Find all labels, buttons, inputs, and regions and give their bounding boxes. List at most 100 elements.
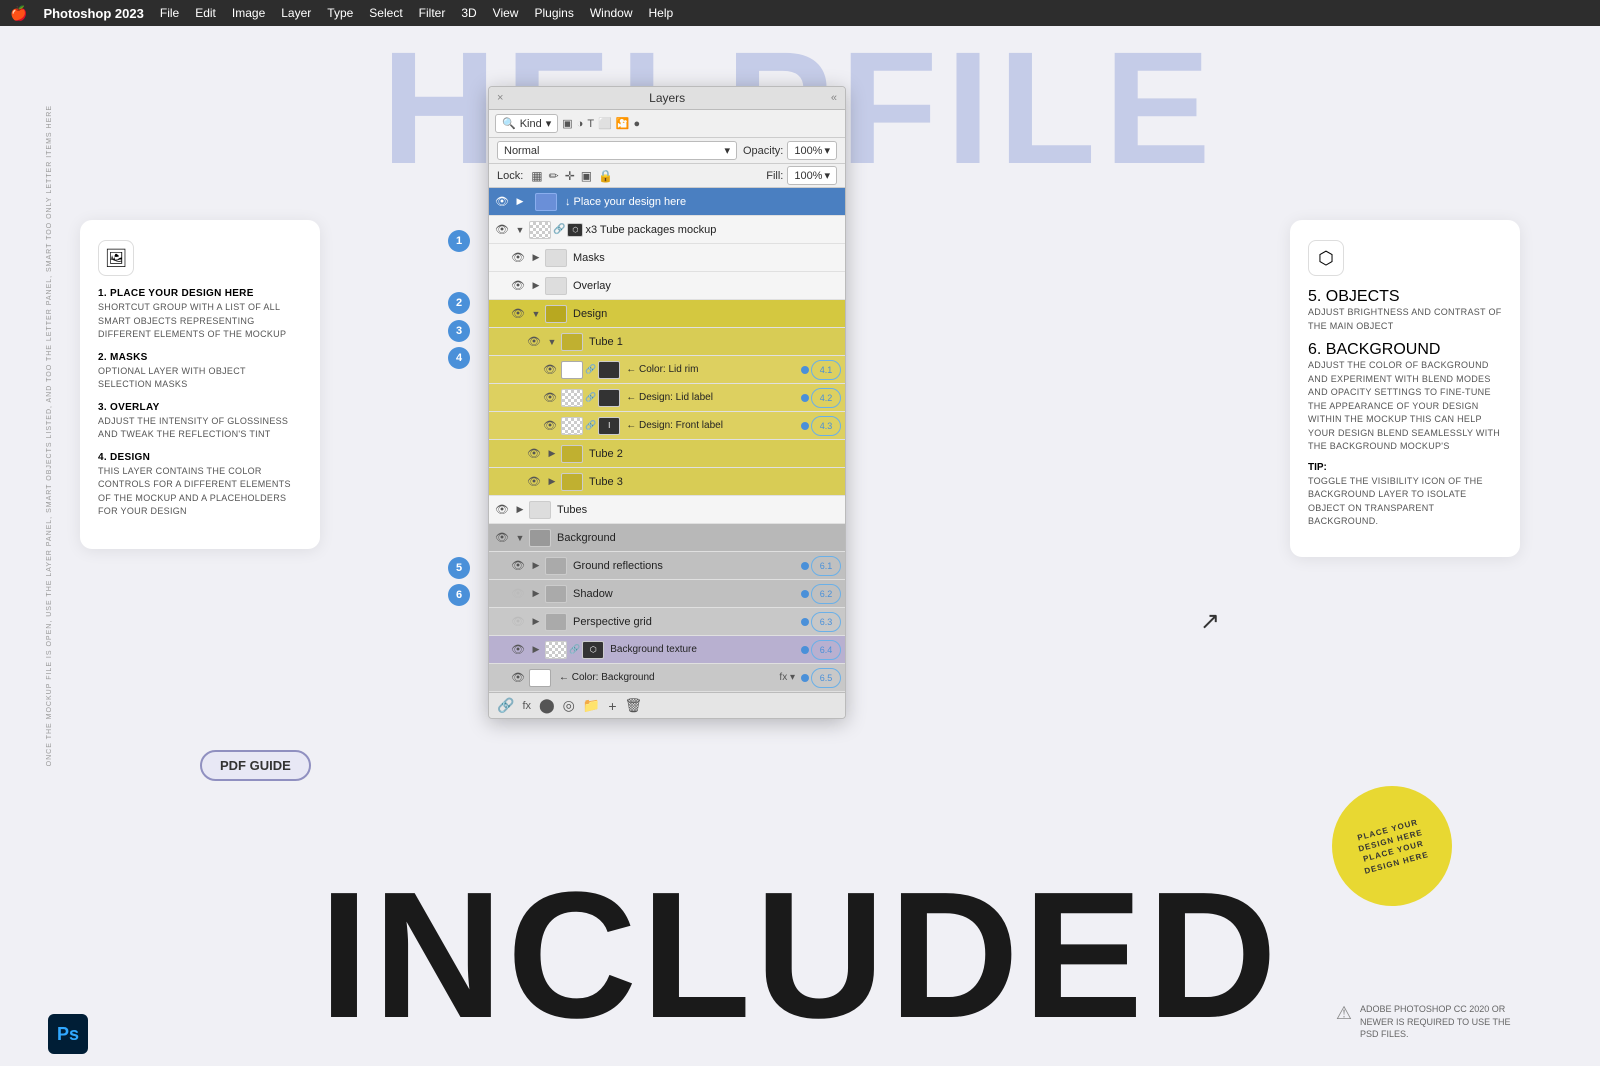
thumb-12 bbox=[529, 501, 551, 519]
lock-icons: ▦ ✏ ✛ ▣ 🔒 bbox=[531, 169, 613, 183]
layer-row-lid-rim[interactable]: 👁 🔗 ← Color: Lid rim 4.1 bbox=[489, 356, 845, 384]
layer-row-lid-label[interactable]: 👁 🔗 ← Design: Lid label 4.2 bbox=[489, 384, 845, 412]
filter-type-icon[interactable]: T bbox=[587, 118, 594, 130]
eye-icon-9[interactable]: 👁 bbox=[541, 419, 559, 432]
layer-row-tube3[interactable]: 👁 ▶ Tube 3 bbox=[489, 468, 845, 496]
arrow-11[interactable]: ▶ bbox=[545, 476, 559, 487]
lock-all-icon[interactable]: 🔒 bbox=[598, 169, 613, 183]
layer-row-ground-reflections[interactable]: 👁 ▶ Ground reflections 6.1 bbox=[489, 552, 845, 580]
layer-row-place-design[interactable]: 👁 ▶ ↓ Place your design here bbox=[489, 188, 845, 216]
layer-row-tubes[interactable]: 👁 ▶ Tubes bbox=[489, 496, 845, 524]
delete-layer-icon[interactable]: 🗑 bbox=[625, 697, 643, 714]
menu-image[interactable]: Image bbox=[232, 6, 265, 20]
blend-mode-select[interactable]: Normal ▾ bbox=[497, 141, 737, 160]
menu-layer[interactable]: Layer bbox=[281, 6, 311, 20]
eye-icon-17[interactable]: 👁 bbox=[509, 643, 527, 656]
layer-row-tube2[interactable]: 👁 ▶ Tube 2 bbox=[489, 440, 845, 468]
menu-select[interactable]: Select bbox=[369, 6, 402, 20]
layer-row-tube-packages[interactable]: 👁 ▼ 🔗 ⬡ x3 Tube packages mockup bbox=[489, 216, 845, 244]
arrow-3[interactable]: ▶ bbox=[529, 252, 543, 263]
eye-icon-13[interactable]: 👁 bbox=[493, 531, 511, 544]
fill-icon[interactable]: ⬤ bbox=[539, 697, 555, 714]
lock-pixel-icon[interactable]: ▦ bbox=[531, 169, 542, 183]
layer-row-tube1[interactable]: 👁 ▼ Tube 1 bbox=[489, 328, 845, 356]
layer-row-shadow[interactable]: 👁 ▶ Shadow 6.2 bbox=[489, 580, 845, 608]
arrow-12[interactable]: ▶ bbox=[513, 504, 527, 515]
menu-filter[interactable]: Filter bbox=[419, 6, 446, 20]
lock-paint-icon[interactable]: ✏ bbox=[549, 169, 559, 183]
eye-icon-15[interactable]: 👁 bbox=[509, 587, 527, 600]
menu-type[interactable]: Type bbox=[327, 6, 353, 20]
filter-shape-icon[interactable]: ⬜ bbox=[598, 117, 612, 130]
layer-row-overlay[interactable]: 👁 ▶ Overlay bbox=[489, 272, 845, 300]
menu-window[interactable]: Window bbox=[590, 6, 633, 20]
link-icon[interactable]: 🔗 bbox=[497, 697, 514, 714]
eye-icon-16[interactable]: 👁 bbox=[509, 615, 527, 628]
layer-row-color-background[interactable]: 👁 ← Color: Background fx ▾ 6.5 bbox=[489, 664, 845, 692]
arrow-5[interactable]: ▼ bbox=[529, 309, 543, 319]
fill-input[interactable]: 100% ▾ bbox=[787, 166, 837, 185]
arrow-4[interactable]: ▶ bbox=[529, 280, 543, 291]
menu-file[interactable]: File bbox=[160, 6, 179, 20]
menu-view[interactable]: View bbox=[493, 6, 519, 20]
adj-icon[interactable]: ◎ bbox=[563, 697, 575, 714]
lock-move-icon[interactable]: ✛ bbox=[565, 169, 575, 183]
eye-icon-5[interactable]: 👁 bbox=[509, 307, 527, 320]
filter-adj-icon[interactable]: ◑ bbox=[577, 118, 584, 130]
menu-3d[interactable]: 3D bbox=[461, 6, 476, 20]
section-4: 4. DESIGN THIS LAYER CONTAINS THE COLOR … bbox=[98, 452, 302, 519]
pdf-guide-button[interactable]: PDF GUIDE bbox=[200, 750, 311, 781]
group-icon[interactable]: 📁 bbox=[583, 697, 600, 714]
filter-pixel-icon[interactable]: ▣ bbox=[562, 117, 572, 130]
eye-icon-2[interactable]: 👁 bbox=[493, 223, 511, 236]
eye-icon-18[interactable]: 👁 bbox=[509, 671, 527, 684]
arrow-10[interactable]: ▶ bbox=[545, 448, 559, 459]
opacity-input[interactable]: 100% ▾ bbox=[787, 141, 837, 160]
eye-icon-11[interactable]: 👁 bbox=[525, 475, 543, 488]
arrow-6[interactable]: ▼ bbox=[545, 337, 559, 347]
app-name: Photoshop 2023 bbox=[43, 6, 143, 21]
menu-edit[interactable]: Edit bbox=[195, 6, 216, 20]
arrow-16[interactable]: ▶ bbox=[529, 616, 543, 627]
eye-icon-3[interactable]: 👁 bbox=[509, 251, 527, 264]
s5-title: 5. OBJECTS bbox=[1308, 288, 1502, 306]
fx-button[interactable]: fx bbox=[522, 700, 531, 712]
arrow-17[interactable]: ▶ bbox=[529, 644, 543, 655]
eye-icon-12[interactable]: 👁 bbox=[493, 503, 511, 516]
eye-icon-4[interactable]: 👁 bbox=[509, 279, 527, 292]
arrow-15[interactable]: ▶ bbox=[529, 588, 543, 599]
arrow-14[interactable]: ▶ bbox=[529, 560, 543, 571]
eye-icon-7[interactable]: 👁 bbox=[541, 363, 559, 376]
layer-row-bg-texture[interactable]: 👁 ▶ 🔗 ⬡ Background texture 6.4 bbox=[489, 636, 845, 664]
menu-plugins[interactable]: Plugins bbox=[534, 6, 573, 20]
eye-icon-6[interactable]: 👁 bbox=[525, 335, 543, 348]
add-layer-icon[interactable]: + bbox=[608, 698, 616, 714]
arrow-2[interactable]: ▼ bbox=[513, 225, 527, 235]
dot-16 bbox=[801, 618, 809, 626]
eye-icon-14[interactable]: 👁 bbox=[509, 559, 527, 572]
layer-row-background[interactable]: 👁 ▼ Background bbox=[489, 524, 845, 552]
layer-row-masks[interactable]: 👁 ▶ Masks bbox=[489, 244, 845, 272]
panel-collapse-button[interactable]: « bbox=[831, 92, 837, 104]
thumb-9a bbox=[561, 417, 583, 435]
filter-dot-icon[interactable]: ● bbox=[633, 118, 640, 130]
menu-help[interactable]: Help bbox=[649, 6, 674, 20]
layer-row-design[interactable]: 👁 ▼ Design bbox=[489, 300, 845, 328]
label-lid-rim: ← Color: Lid rim bbox=[626, 364, 795, 375]
arrow-13[interactable]: ▼ bbox=[513, 533, 527, 543]
eye-icon-8[interactable]: 👁 bbox=[541, 391, 559, 404]
filter-smart-icon[interactable]: 🎦 bbox=[616, 117, 630, 130]
filter-kind-select[interactable]: 🔍 Kind ▾ bbox=[495, 114, 558, 133]
eye-icon-1[interactable]: 👁 bbox=[493, 195, 511, 208]
arrow-1[interactable]: ▶ bbox=[513, 196, 527, 207]
lock-artboard-icon[interactable]: ▣ bbox=[581, 169, 592, 183]
label-lid-label: ← Design: Lid label bbox=[626, 392, 795, 403]
fx-icon-18[interactable]: fx ▾ bbox=[779, 672, 795, 683]
layer-row-perspective-grid[interactable]: 👁 ▶ Perspective grid 6.3 bbox=[489, 608, 845, 636]
side-text: ONCE THE MOCKUP FILE IS OPEN, USE THE LA… bbox=[44, 105, 55, 766]
layer-row-front-label[interactable]: 👁 🔗 I ← Design: Front label 4.3 bbox=[489, 412, 845, 440]
panel-close-button[interactable]: × bbox=[497, 92, 503, 104]
eye-icon-10[interactable]: 👁 bbox=[525, 447, 543, 460]
label-bg-texture: Background texture bbox=[610, 644, 795, 655]
thumb-7a bbox=[561, 361, 583, 379]
